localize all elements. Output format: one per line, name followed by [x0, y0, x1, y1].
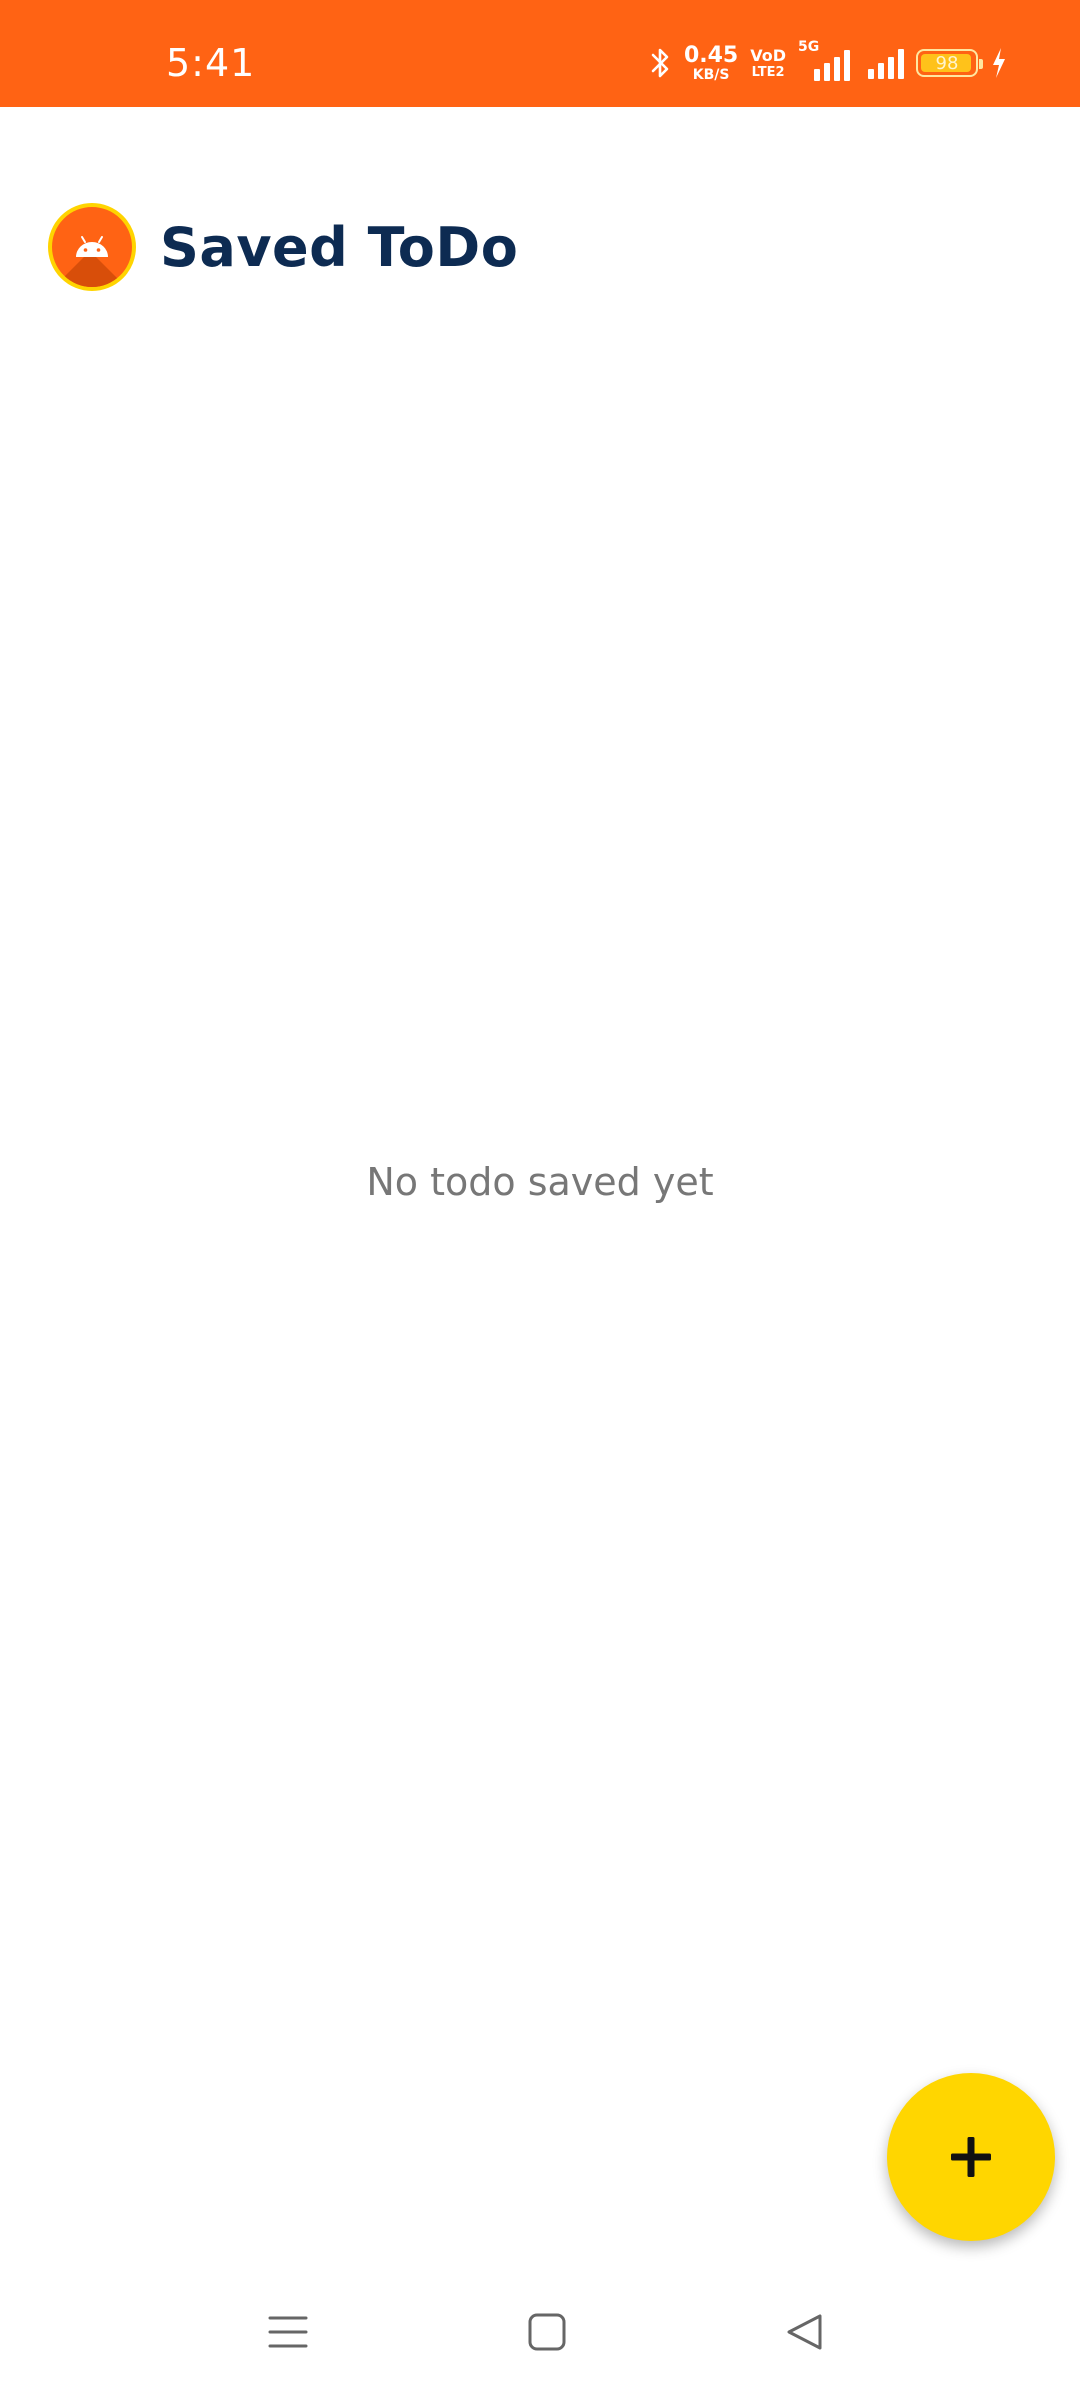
- battery-level: 98: [935, 52, 959, 74]
- system-nav-bar: [0, 2264, 1080, 2400]
- network-speed-value: 0.45: [683, 42, 739, 68]
- signal-5g: 5G: [798, 39, 850, 81]
- empty-state-message: No todo saved yet: [366, 1160, 714, 1204]
- app-screen: 5:41 0.45 KB/S VoD LTE2 5G 98 Saved ToDo…: [0, 0, 1080, 2400]
- add-todo-button[interactable]: [887, 2073, 1055, 2241]
- status-time: 5:41: [166, 41, 256, 85]
- recent-apps-button[interactable]: [258, 2308, 318, 2360]
- status-bar: 5:41 0.45 KB/S VoD LTE2 5G 98: [0, 0, 1080, 107]
- back-button[interactable]: [775, 2308, 835, 2360]
- volte-indicator: VoD LTE2: [750, 45, 786, 80]
- volte-bottom: LTE2: [751, 64, 785, 80]
- volte-top: VoD: [750, 45, 786, 65]
- status-icons: 0.45 KB/S VoD LTE2 5G 98: [650, 38, 1008, 88]
- network-speed-unit: KB/S: [692, 66, 730, 83]
- app-logo: [48, 203, 136, 291]
- network-speed: 0.45 KB/S: [683, 42, 739, 83]
- home-icon: [527, 2312, 567, 2357]
- home-button[interactable]: [517, 2308, 577, 2360]
- app-header: Saved ToDo: [48, 202, 518, 292]
- menu-icon: [268, 2314, 308, 2355]
- network-type: 5G: [798, 39, 820, 55]
- battery-icon: 98: [916, 49, 983, 77]
- charging-icon: [990, 46, 1008, 80]
- android-icon: [72, 235, 112, 259]
- plus-icon: [949, 2135, 993, 2179]
- signal-icon: [814, 49, 850, 81]
- bluetooth-icon: [650, 45, 672, 81]
- back-icon: [785, 2312, 825, 2357]
- battery-nub: [979, 59, 983, 69]
- signal-icon: [868, 47, 904, 79]
- page-title: Saved ToDo: [160, 215, 519, 279]
